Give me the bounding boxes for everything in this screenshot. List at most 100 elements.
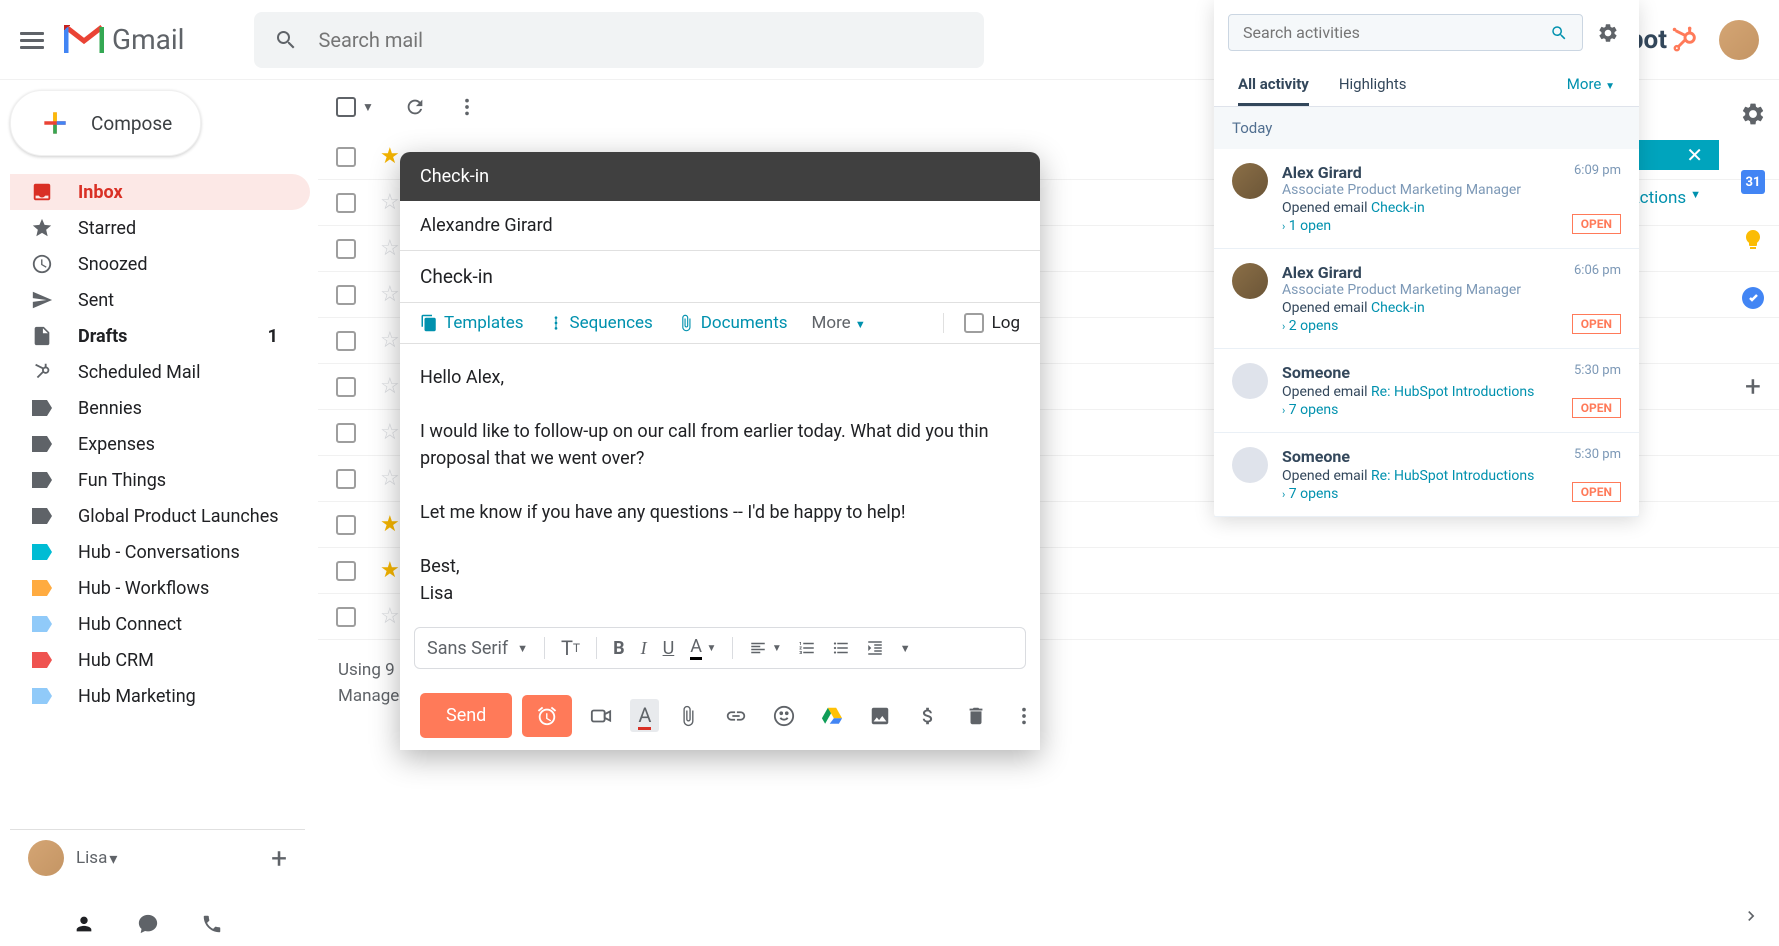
contacts-icon[interactable] bbox=[70, 910, 98, 938]
star-icon[interactable]: ☆ bbox=[380, 190, 400, 215]
sidebar-item-scheduled-mail[interactable]: Scheduled Mail bbox=[10, 354, 310, 390]
send-button[interactable]: Send bbox=[420, 693, 512, 738]
activity-email-link[interactable]: Re: HubSpot Introductions bbox=[1371, 384, 1534, 400]
row-checkbox[interactable] bbox=[336, 423, 356, 443]
attach-icon[interactable] bbox=[669, 705, 707, 727]
text-color-button[interactable]: A ▼ bbox=[690, 636, 716, 660]
compose-to-field[interactable]: Alexandre Girard bbox=[400, 201, 1040, 251]
log-checkbox[interactable]: Log bbox=[943, 313, 1020, 333]
phone-icon[interactable] bbox=[198, 910, 226, 938]
sidebar-item-inbox[interactable]: Inbox bbox=[10, 174, 310, 210]
link-icon[interactable] bbox=[717, 705, 755, 727]
star-icon[interactable]: ☆ bbox=[380, 236, 400, 261]
settings-gear-icon[interactable] bbox=[1739, 100, 1767, 128]
activity-item[interactable]: Someone Opened email Re: HubSpot Introdu… bbox=[1214, 349, 1639, 433]
more-icon[interactable] bbox=[456, 96, 478, 118]
gmail-logo[interactable]: Gmail bbox=[64, 23, 184, 56]
trash-icon[interactable] bbox=[957, 705, 995, 727]
activity-email-link[interactable]: Re: HubSpot Introductions bbox=[1371, 468, 1534, 484]
sequences-button[interactable]: Sequences bbox=[548, 313, 653, 333]
activity-email-link[interactable]: Check-in bbox=[1371, 300, 1425, 316]
keep-icon[interactable] bbox=[1739, 226, 1767, 254]
calendar-icon[interactable]: 31 bbox=[1739, 168, 1767, 196]
font-select[interactable]: Sans Serif ▼ bbox=[427, 638, 528, 659]
activity-opens-count[interactable]: › 2 opens bbox=[1282, 318, 1621, 334]
compose-titlebar[interactable]: Check-in bbox=[400, 152, 1040, 201]
expand-rail-icon[interactable] bbox=[1741, 906, 1761, 926]
tab-more[interactable]: More ▼ bbox=[1567, 65, 1615, 106]
activity-search[interactable] bbox=[1228, 14, 1583, 51]
search-input[interactable] bbox=[318, 28, 964, 52]
activity-item[interactable]: Alex Girard Associate Product Marketing … bbox=[1214, 249, 1639, 349]
row-checkbox[interactable] bbox=[336, 331, 356, 351]
italic-button[interactable]: I bbox=[641, 638, 647, 659]
image-icon[interactable] bbox=[861, 705, 899, 727]
star-icon[interactable]: ★ bbox=[380, 144, 400, 169]
numbered-list-button[interactable] bbox=[798, 639, 816, 657]
sidebar-item-hub---workflows[interactable]: Hub - Workflows bbox=[10, 570, 310, 606]
sidebar-item-hub---conversations[interactable]: Hub - Conversations bbox=[10, 534, 310, 570]
indent-button[interactable] bbox=[866, 639, 884, 657]
star-icon[interactable]: ☆ bbox=[380, 466, 400, 491]
bold-button[interactable]: B bbox=[613, 638, 625, 659]
close-icon[interactable]: ✕ bbox=[1686, 143, 1703, 167]
star-icon[interactable]: ☆ bbox=[380, 374, 400, 399]
refresh-icon[interactable] bbox=[404, 96, 426, 118]
compose-subject-field[interactable]: Check-in bbox=[400, 251, 1040, 303]
bullet-list-button[interactable] bbox=[832, 639, 850, 657]
drive-icon[interactable] bbox=[813, 705, 851, 727]
add-addon-icon[interactable]: + bbox=[1739, 372, 1767, 400]
menu-icon[interactable] bbox=[20, 28, 44, 52]
compose-button[interactable]: Compose bbox=[10, 90, 201, 156]
row-checkbox[interactable] bbox=[336, 469, 356, 489]
sidebar-item-bennies[interactable]: Bennies bbox=[10, 390, 310, 426]
tasks-icon[interactable] bbox=[1739, 284, 1767, 312]
row-checkbox[interactable] bbox=[336, 285, 356, 305]
activity-opens-count[interactable]: › 7 opens bbox=[1282, 402, 1621, 418]
sidebar-item-hub-connect[interactable]: Hub Connect bbox=[10, 606, 310, 642]
select-all-checkbox[interactable]: ▼ bbox=[336, 97, 374, 117]
sidebar-item-sent[interactable]: Sent bbox=[10, 282, 310, 318]
sidebar-item-snoozed[interactable]: Snoozed bbox=[10, 246, 310, 282]
tab-all-activity[interactable]: All activity bbox=[1238, 65, 1309, 106]
underline-button[interactable]: U bbox=[663, 638, 675, 659]
templates-button[interactable]: Templates bbox=[420, 313, 524, 333]
row-checkbox[interactable] bbox=[336, 561, 356, 581]
compose-more-icon[interactable] bbox=[1005, 705, 1043, 727]
more-format-button[interactable]: ▼ bbox=[900, 642, 911, 655]
money-icon[interactable] bbox=[909, 705, 947, 727]
tab-highlights[interactable]: Highlights bbox=[1339, 65, 1407, 106]
row-checkbox[interactable] bbox=[336, 147, 356, 167]
star-icon[interactable]: ☆ bbox=[380, 604, 400, 629]
star-icon[interactable]: ★ bbox=[380, 512, 400, 537]
align-button[interactable]: ▼ bbox=[749, 638, 781, 659]
activity-opens-count[interactable]: › 7 opens bbox=[1282, 486, 1621, 502]
schedule-send-button[interactable] bbox=[522, 695, 572, 737]
search-bar[interactable] bbox=[254, 12, 984, 68]
hangouts-user-bar[interactable]: Lisa ▾ + bbox=[10, 829, 305, 886]
row-checkbox[interactable] bbox=[336, 515, 356, 535]
activity-item[interactable]: Alex Girard Associate Product Marketing … bbox=[1214, 149, 1639, 249]
video-icon[interactable] bbox=[582, 705, 620, 727]
row-checkbox[interactable] bbox=[336, 377, 356, 397]
search-icon[interactable] bbox=[1550, 24, 1568, 42]
sidebar-item-drafts[interactable]: Drafts1 bbox=[10, 318, 310, 354]
add-contact-icon[interactable]: + bbox=[271, 842, 287, 875]
star-icon[interactable]: ☆ bbox=[380, 282, 400, 307]
emoji-icon[interactable] bbox=[765, 705, 803, 727]
sidebar-item-hub-crm[interactable]: Hub CRM bbox=[10, 642, 310, 678]
row-checkbox[interactable] bbox=[336, 239, 356, 259]
text-format-icon[interactable]: A bbox=[630, 699, 659, 732]
sidebar-item-fun-things[interactable]: Fun Things bbox=[10, 462, 310, 498]
star-icon[interactable]: ☆ bbox=[380, 420, 400, 445]
activity-opens-count[interactable]: › 1 open bbox=[1282, 218, 1621, 234]
activity-item[interactable]: Someone Opened email Re: HubSpot Introdu… bbox=[1214, 433, 1639, 517]
activity-search-input[interactable] bbox=[1243, 23, 1550, 42]
sidebar-item-global-product-launches[interactable]: Global Product Launches bbox=[10, 498, 310, 534]
activity-email-link[interactable]: Check-in bbox=[1371, 200, 1425, 216]
font-size-button[interactable]: TT bbox=[561, 636, 580, 660]
sidebar-item-expenses[interactable]: Expenses bbox=[10, 426, 310, 462]
hubspot-more-button[interactable]: More ▼ bbox=[812, 313, 866, 333]
sidebar-item-hub-marketing[interactable]: Hub Marketing bbox=[10, 678, 310, 714]
hangouts-icon[interactable] bbox=[134, 910, 162, 938]
